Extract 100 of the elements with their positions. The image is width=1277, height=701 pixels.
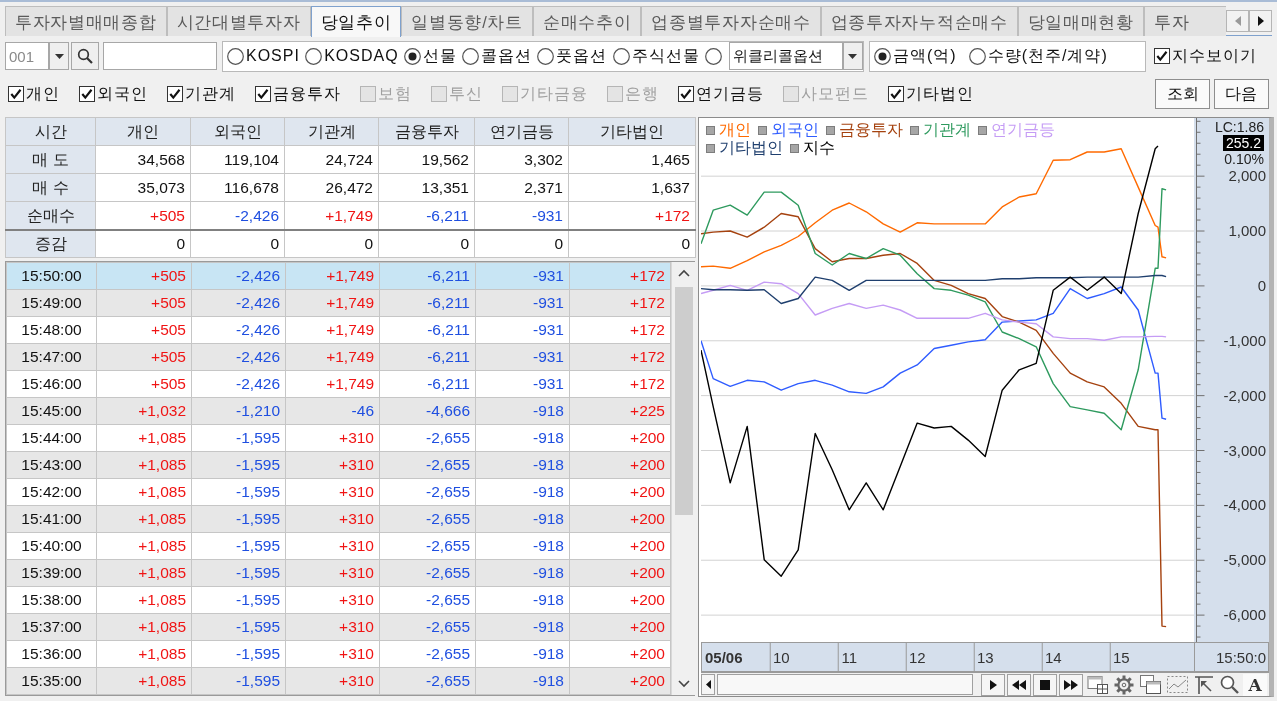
table-cell: +1,085 (96, 640, 192, 668)
fast-forward-button[interactable] (1059, 673, 1083, 696)
play-button[interactable] (981, 673, 1005, 696)
table-cell: +310 (285, 451, 380, 479)
table-cell: -918 (475, 505, 570, 533)
x-axis-label: 15 (1112, 649, 1130, 666)
table-row[interactable]: 15:46:00 +505 -2,426 +1,749 -6,211 -931 +172 (6, 370, 671, 398)
radio-option[interactable]: 수량(천주/계약) (968, 44, 1108, 68)
table-row[interactable]: 15:36:00 +1,085 -1,595 +310 -2,655 -918 +200 (6, 640, 671, 668)
window-grid-icon[interactable] (1087, 675, 1108, 694)
action-button[interactable]: 조회 (1155, 79, 1210, 109)
radio-option[interactable]: 금액(억) (874, 44, 957, 68)
radio-button[interactable] (704, 47, 722, 65)
x-axis-label: 11 (841, 649, 858, 666)
table-cell: +1,085 (96, 613, 192, 641)
table-cell: +1,749 (285, 370, 380, 398)
table-cell: -918 (475, 613, 570, 641)
time-cell: 15:42:00 (6, 478, 97, 506)
rewind-button[interactable] (1007, 673, 1031, 696)
table-cell: -2,655 (379, 532, 476, 560)
tab[interactable]: 투자 (1143, 6, 1226, 36)
overlapping-windows-icon[interactable] (1140, 675, 1161, 694)
table-row[interactable]: 15:42:00 +1,085 -1,595 +310 -2,655 -918 +200 (6, 478, 671, 506)
tab[interactable]: 당일매매현황 (1017, 6, 1144, 36)
option-combo[interactable]: 위클리콜옵션 (728, 42, 843, 70)
table-cell: +200 (569, 586, 671, 614)
legend-label: 기관계 (923, 121, 971, 139)
price-marker: 255.2 (1222, 135, 1264, 151)
row-header: 순매수 (5, 201, 96, 230)
tab[interactable]: 일별동향/차트 (401, 6, 533, 36)
checkbox-option[interactable]: 지수보이기 (1154, 44, 1257, 68)
filter-checkbox[interactable]: 금융투자 (255, 82, 341, 106)
dropdown-button[interactable] (842, 42, 863, 70)
table-cell: +1,749 (285, 289, 380, 317)
tab[interactable]: 업종별투자자순매수 (641, 6, 821, 36)
table-row[interactable]: 15:44:00 +1,085 -1,595 +310 -2,655 -918 +200 (6, 424, 671, 452)
dropdown-button[interactable] (49, 42, 69, 70)
table-row[interactable]: 15:45:00 +1,032 -1,210 -46 -4,666 -918 +225 (6, 397, 671, 425)
table-row[interactable]: 15:50:00 +505 -2,426 +1,749 -6,211 -931 +172 (6, 262, 671, 290)
filter-checkbox[interactable]: 연기금등 (678, 82, 764, 106)
scrollbar-thumb[interactable] (717, 674, 973, 695)
stop-button[interactable] (1033, 673, 1057, 696)
scrollbar-thumb[interactable] (675, 287, 693, 515)
search-field[interactable] (103, 42, 217, 70)
radio-option[interactable]: 선물 (403, 44, 457, 68)
radio-option[interactable]: 풋옵션 (537, 44, 608, 68)
table-row[interactable]: 15:37:00 +1,085 -1,595 +310 -2,655 -918 +200 (6, 613, 671, 641)
time-cell: 15:41:00 (6, 505, 97, 533)
change-label: 0.10% (1224, 151, 1264, 167)
pointer-tool-icon[interactable] (1194, 675, 1214, 694)
table-row[interactable]: 15:38:00 +1,085 -1,595 +310 -2,655 -918 +200 (6, 586, 671, 614)
chevron-down-icon (678, 680, 690, 688)
row-header: 매 도 (5, 145, 96, 174)
radio-option[interactable]: 콜옵션 (462, 44, 533, 68)
table-row[interactable]: 15:47:00 +505 -2,426 +1,749 -6,211 -931 +172 (6, 343, 671, 371)
table-cell: +1,032 (96, 397, 192, 425)
table-cell: 0 (378, 229, 475, 258)
text-tool-button[interactable]: A (1243, 673, 1267, 696)
caret-icon (54, 53, 64, 59)
table-row[interactable]: 15:43:00 +1,085 -1,595 +310 -2,655 -918 +200 (6, 451, 671, 479)
scroll-right-button[interactable] (1249, 10, 1272, 32)
table-cell: -2,655 (379, 586, 476, 614)
filter-checkbox[interactable]: 외국인 (79, 82, 148, 106)
table-cell: +1,749 (285, 262, 380, 290)
table-row[interactable]: 15:39:00 +1,085 -1,595 +310 -2,655 -918 +200 (6, 559, 671, 587)
legend-marker-icon (790, 143, 799, 153)
dotted-chart-icon[interactable] (1167, 675, 1188, 694)
table-cell: +310 (285, 640, 380, 668)
legend-label: 개인 (719, 121, 751, 139)
filter-checkbox[interactable]: 기관계 (167, 82, 236, 106)
x-axis-label: 10 (772, 649, 790, 666)
action-button[interactable]: 다음 (1213, 79, 1269, 109)
table-row[interactable]: 15:35:00 +1,085 -1,595 +310 -2,655 -918 +200 (6, 667, 671, 695)
tab[interactable]: 투자자별매매종합 (5, 6, 167, 36)
magnifier-icon[interactable] (1220, 675, 1239, 694)
tab[interactable]: 순매수추이 (532, 6, 642, 36)
gear-icon[interactable] (1114, 674, 1134, 695)
table-cell: -6,211 (379, 343, 476, 371)
search-button[interactable] (71, 42, 99, 70)
radio-option[interactable]: 주식선물 (612, 44, 700, 68)
table-row[interactable]: 15:48:00 +505 -2,426 +1,749 -6,211 -931 +172 (6, 316, 671, 344)
table-row[interactable]: 15:49:00 +505 -2,426 +1,749 -6,211 -931 +172 (6, 289, 671, 317)
scroll-left-button[interactable] (701, 674, 715, 695)
tab[interactable]: 시간대별투자자 (166, 6, 311, 36)
radio-option[interactable]: KOSDAQ (305, 44, 399, 68)
time-cell: 15:36:00 (6, 640, 97, 668)
time-cell: 15:35:00 (6, 667, 97, 695)
y-axis-label: -3,000 (1223, 441, 1266, 459)
table-cell: -1,210 (191, 397, 286, 425)
tab[interactable]: 당일추이 (310, 6, 402, 37)
code-input[interactable]: 001 (5, 42, 49, 70)
time-cell: 15:40:00 (6, 532, 97, 560)
table-cell: 24,724 (284, 145, 379, 174)
filter-checkbox[interactable]: 개인 (8, 82, 60, 106)
table-row[interactable]: 15:40:00 +1,085 -1,595 +310 -2,655 -918 +200 (6, 532, 671, 560)
radio-option[interactable]: KOSPI (227, 44, 300, 68)
filter-checkbox[interactable]: 기타법인 (888, 82, 974, 106)
tab[interactable]: 업종투자자누적순매수 (820, 6, 1018, 36)
legend-marker-icon (758, 125, 767, 135)
table-row[interactable]: 15:41:00 +1,085 -1,595 +310 -2,655 -918 +200 (6, 505, 671, 533)
